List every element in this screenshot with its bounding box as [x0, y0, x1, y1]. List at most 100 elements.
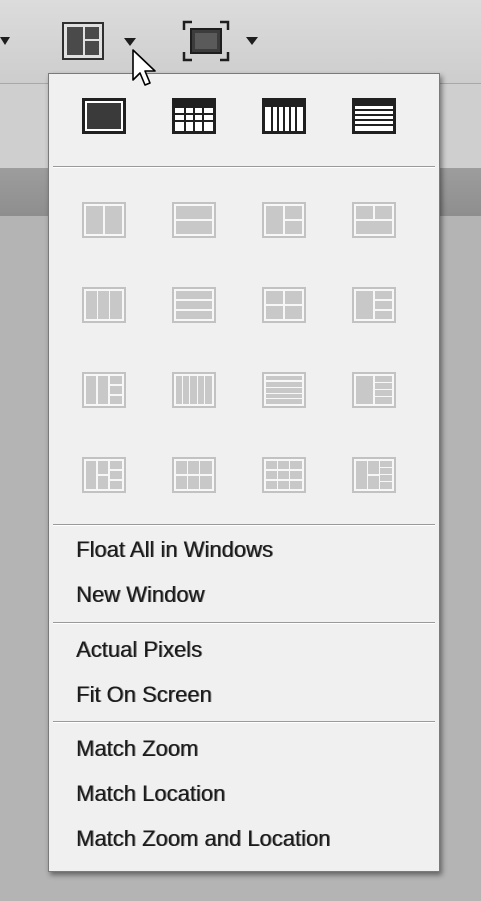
layout-cell: [200, 476, 212, 489]
three-up-rows-icon: [172, 287, 216, 323]
layout-cell: [290, 471, 302, 479]
match-zoom-item[interactable]: Match Zoom: [76, 731, 198, 767]
layout-cell: [67, 27, 83, 55]
layout-cell: [176, 301, 212, 309]
layout-cell: [368, 476, 379, 489]
chevron-down-icon[interactable]: [0, 37, 10, 45]
layout-cell: [266, 399, 302, 404]
five-up-stacked-icon: [352, 372, 396, 408]
layout-cell: [110, 461, 122, 469]
match-location-item[interactable]: Match Location: [76, 776, 225, 812]
layout-cell: [188, 461, 199, 474]
match-zoom-and-location-item[interactable]: Match Zoom and Location: [76, 821, 330, 857]
layout-cell: [85, 41, 99, 55]
layout-cell: [188, 476, 199, 489]
layout-cell: [290, 461, 302, 469]
layout-cell: [86, 206, 103, 234]
consolidate-all-icon[interactable]: [82, 98, 126, 134]
arrange-dropdown-arrow-icon[interactable]: [124, 38, 136, 46]
layout-cell: [380, 461, 392, 467]
layout-cell: [98, 476, 108, 489]
layout-cell: [110, 386, 122, 394]
five-up-horizontal-icon: [262, 372, 306, 408]
layout-cell: [266, 382, 302, 387]
layout-cell: [176, 291, 212, 299]
three-up-horizontal-icon: [352, 202, 396, 238]
layout-cell: [98, 291, 109, 319]
fit-on-screen-item[interactable]: Fit On Screen: [76, 677, 212, 713]
three-up-vertical-icon: [82, 287, 126, 323]
layout-cell: [356, 376, 373, 404]
layout-cell: [375, 383, 392, 389]
layout-cell: [356, 221, 392, 234]
layout-cell: [380, 475, 392, 481]
mouse-pointer-icon: [132, 49, 156, 86]
layout-cell: [266, 481, 277, 489]
layout-cell: [375, 301, 392, 309]
layout-cell: [266, 306, 283, 319]
two-up-horizontal-icon: [172, 202, 216, 238]
layout-cell: [375, 291, 392, 299]
actual-pixels-item[interactable]: Actual Pixels: [76, 632, 202, 668]
screen-mode-button[interactable]: [182, 20, 230, 62]
new-window-item[interactable]: New Window: [76, 577, 204, 613]
layout-cell: [105, 206, 122, 234]
layout-cell: [110, 376, 122, 384]
layout-cell: [205, 376, 212, 404]
layout-cell: [266, 461, 277, 469]
layout-cell: [86, 376, 96, 404]
layout-cell: [278, 461, 289, 469]
layout-cell: [176, 461, 187, 474]
layout-cell: [176, 221, 212, 234]
screen-mode-dropdown-arrow-icon[interactable]: [246, 37, 258, 45]
layout-cell: [110, 471, 122, 479]
layout-cell: [278, 471, 289, 479]
four-up-stacked-icon: [352, 287, 396, 323]
layout-cell: [380, 468, 392, 474]
layout-cell: [356, 291, 373, 319]
layout-cell: [285, 221, 302, 234]
layout-cell: [87, 103, 121, 129]
layout-cell: [86, 291, 97, 319]
six-up-rows-icon: [262, 457, 306, 493]
layout-cell: [110, 481, 122, 489]
four-up-icon: [262, 287, 306, 323]
six-up-icon: [82, 457, 126, 493]
layout-cell: [356, 206, 373, 219]
layout-cell: [266, 376, 302, 380]
layout-cell: [278, 481, 289, 489]
tile-all-vertically-icon[interactable]: [262, 98, 306, 134]
menu-separator: [53, 524, 435, 526]
arrange-documents-button[interactable]: [62, 22, 104, 60]
menu-separator: [53, 721, 435, 723]
layout-cell: [368, 461, 379, 474]
layout-cell: [110, 291, 122, 319]
layout-cell: [375, 311, 392, 319]
tile-all-horizontally-icon[interactable]: [352, 98, 396, 134]
layout-cell: [266, 206, 283, 234]
float-all-in-windows-item[interactable]: Float All in Windows: [76, 532, 273, 568]
menu-separator: [53, 166, 435, 168]
layout-cell: [86, 461, 96, 489]
layout-cell: [266, 291, 283, 304]
layout-cell: [285, 206, 302, 219]
five-up-icon: [82, 372, 126, 408]
layout-cell: [285, 306, 302, 319]
arrange-documents-menu: Float All in Windows New Window Actual P…: [48, 73, 440, 872]
screen-mode-icon: [182, 20, 230, 62]
six-up-stacked-icon: [352, 457, 396, 493]
tile-all-in-grid-icon[interactable]: [172, 98, 216, 134]
layout-cell: [375, 206, 392, 219]
layout-cell: [375, 390, 392, 396]
layout-cell: [110, 396, 122, 404]
toolbar: [0, 0, 481, 84]
layout-cell: [266, 388, 302, 393]
vertical-lines: [265, 101, 303, 131]
layout-cell: [375, 397, 392, 404]
layout-cell: [356, 461, 367, 489]
two-up-vertical-icon: [82, 202, 126, 238]
layout-cell: [285, 291, 302, 304]
three-up-stacked-icon: [262, 202, 306, 238]
layout-cell: [266, 394, 302, 398]
menu-separator: [53, 622, 435, 624]
